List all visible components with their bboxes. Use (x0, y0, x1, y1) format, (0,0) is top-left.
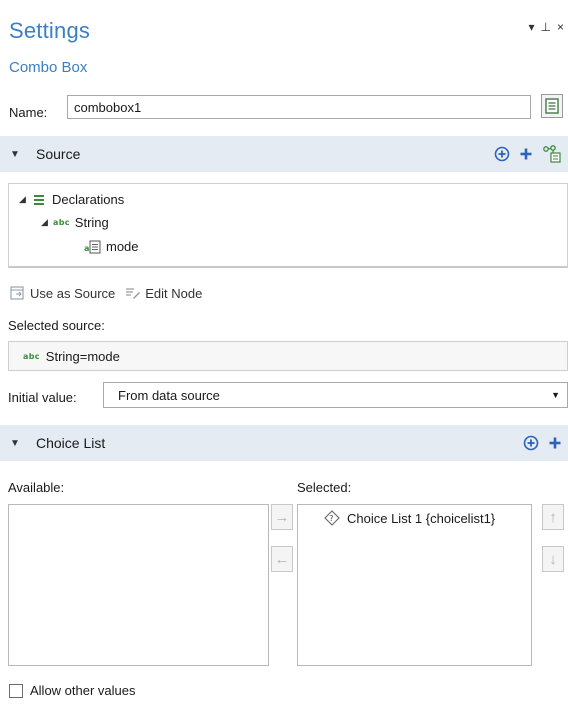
initial-value-select[interactable]: From data source ▼ (103, 382, 568, 408)
list-item-label: Choice List 1 {choicelist1} (347, 510, 496, 526)
edit-node-icon (126, 288, 141, 299)
use-as-source-label: Use as Source (30, 285, 116, 301)
move-up-button[interactable]: ↑ (542, 504, 564, 530)
collapse-caret-icon[interactable]: ▼ (10, 149, 20, 160)
svg-text:?: ? (329, 514, 333, 523)
arrow-right-icon: → (274, 508, 290, 526)
tree-node-string-label: String (74, 215, 109, 230)
name-options-button[interactable] (541, 94, 563, 118)
close-icon[interactable]: × (557, 20, 564, 34)
chevron-down-icon[interactable]: ▼ (551, 390, 560, 400)
use-as-source-icon (10, 286, 24, 300)
list-item[interactable]: ? Choice List 1 {choicelist1} (324, 510, 495, 526)
panel-title: Settings (9, 18, 91, 43)
variable-icon: a (84, 240, 101, 253)
arrow-up-icon: ↑ (549, 508, 557, 526)
tree-node-declarations-label: Declarations (52, 192, 125, 207)
available-label: Available: (8, 480, 65, 495)
selected-label: Selected: (297, 480, 352, 495)
svg-text:a: a (84, 244, 89, 253)
add-icon[interactable] (519, 147, 533, 161)
name-label: Name: (9, 105, 48, 120)
available-list[interactable] (8, 504, 269, 666)
move-right-button[interactable]: → (271, 504, 293, 530)
window-controls: ▾ ⊥ × (529, 20, 565, 34)
source-toolbar: Use as Source Edit Node (10, 285, 202, 301)
initial-value-label: Initial value: (8, 390, 77, 405)
move-left-button[interactable]: ← (271, 546, 293, 572)
choice-list-section-title: Choice List (36, 435, 106, 451)
declarations-icon (34, 194, 44, 205)
tree-node-mode-label: mode (106, 239, 139, 254)
arrow-left-icon: ← (274, 550, 290, 568)
selected-source-label: Selected source: (8, 318, 105, 333)
selected-source-value: String=mode (45, 348, 120, 364)
selected-list[interactable]: ? Choice List 1 {choicelist1} (297, 504, 532, 666)
tree-node-string[interactable]: ◢ abc String (41, 215, 109, 230)
document-lines-icon (545, 98, 559, 114)
choice-list-icon: ? (324, 510, 340, 526)
collapse-caret-icon[interactable]: ▼ (10, 438, 20, 449)
declarations-tree[interactable]: ◢ Declarations ◢ abc String a mode (8, 183, 568, 268)
edit-node-label: Edit Node (145, 285, 203, 301)
expanded-triangle-icon[interactable]: ◢ (19, 194, 31, 205)
add-icon[interactable] (548, 436, 562, 450)
expanded-triangle-icon[interactable]: ◢ (41, 217, 53, 228)
source-section-header[interactable]: ▼ Source (0, 136, 568, 172)
panel-subtitle: Combo Box (9, 59, 88, 76)
initial-value-selected: From data source (118, 387, 220, 403)
string-type-icon: abc (53, 218, 70, 227)
tree-node-icon[interactable] (542, 145, 562, 163)
source-section-title: Source (36, 146, 81, 162)
edit-node-button[interactable]: Edit Node (125, 285, 202, 301)
allow-other-values-option[interactable]: Allow other values (9, 683, 136, 698)
add-circle-icon[interactable] (523, 435, 539, 451)
selected-source-field: abc String=mode (8, 341, 568, 371)
tree-node-declarations[interactable]: ◢ Declarations (19, 192, 124, 207)
string-type-icon: abc (23, 351, 40, 361)
add-circle-icon[interactable] (494, 146, 510, 162)
allow-other-values-label: Allow other values (30, 683, 136, 698)
allow-other-values-checkbox[interactable] (9, 683, 23, 698)
name-input[interactable] (67, 95, 531, 119)
dropdown-menu-icon[interactable]: ▾ (529, 20, 535, 34)
choice-list-section-header[interactable]: ▼ Choice List (0, 425, 568, 461)
pin-icon[interactable]: ⊥ (541, 20, 551, 34)
use-as-source-button[interactable]: Use as Source (10, 285, 115, 301)
move-down-button[interactable]: ↓ (542, 546, 564, 572)
tree-node-mode[interactable]: a mode (84, 239, 139, 254)
arrow-down-icon: ↓ (549, 550, 557, 568)
